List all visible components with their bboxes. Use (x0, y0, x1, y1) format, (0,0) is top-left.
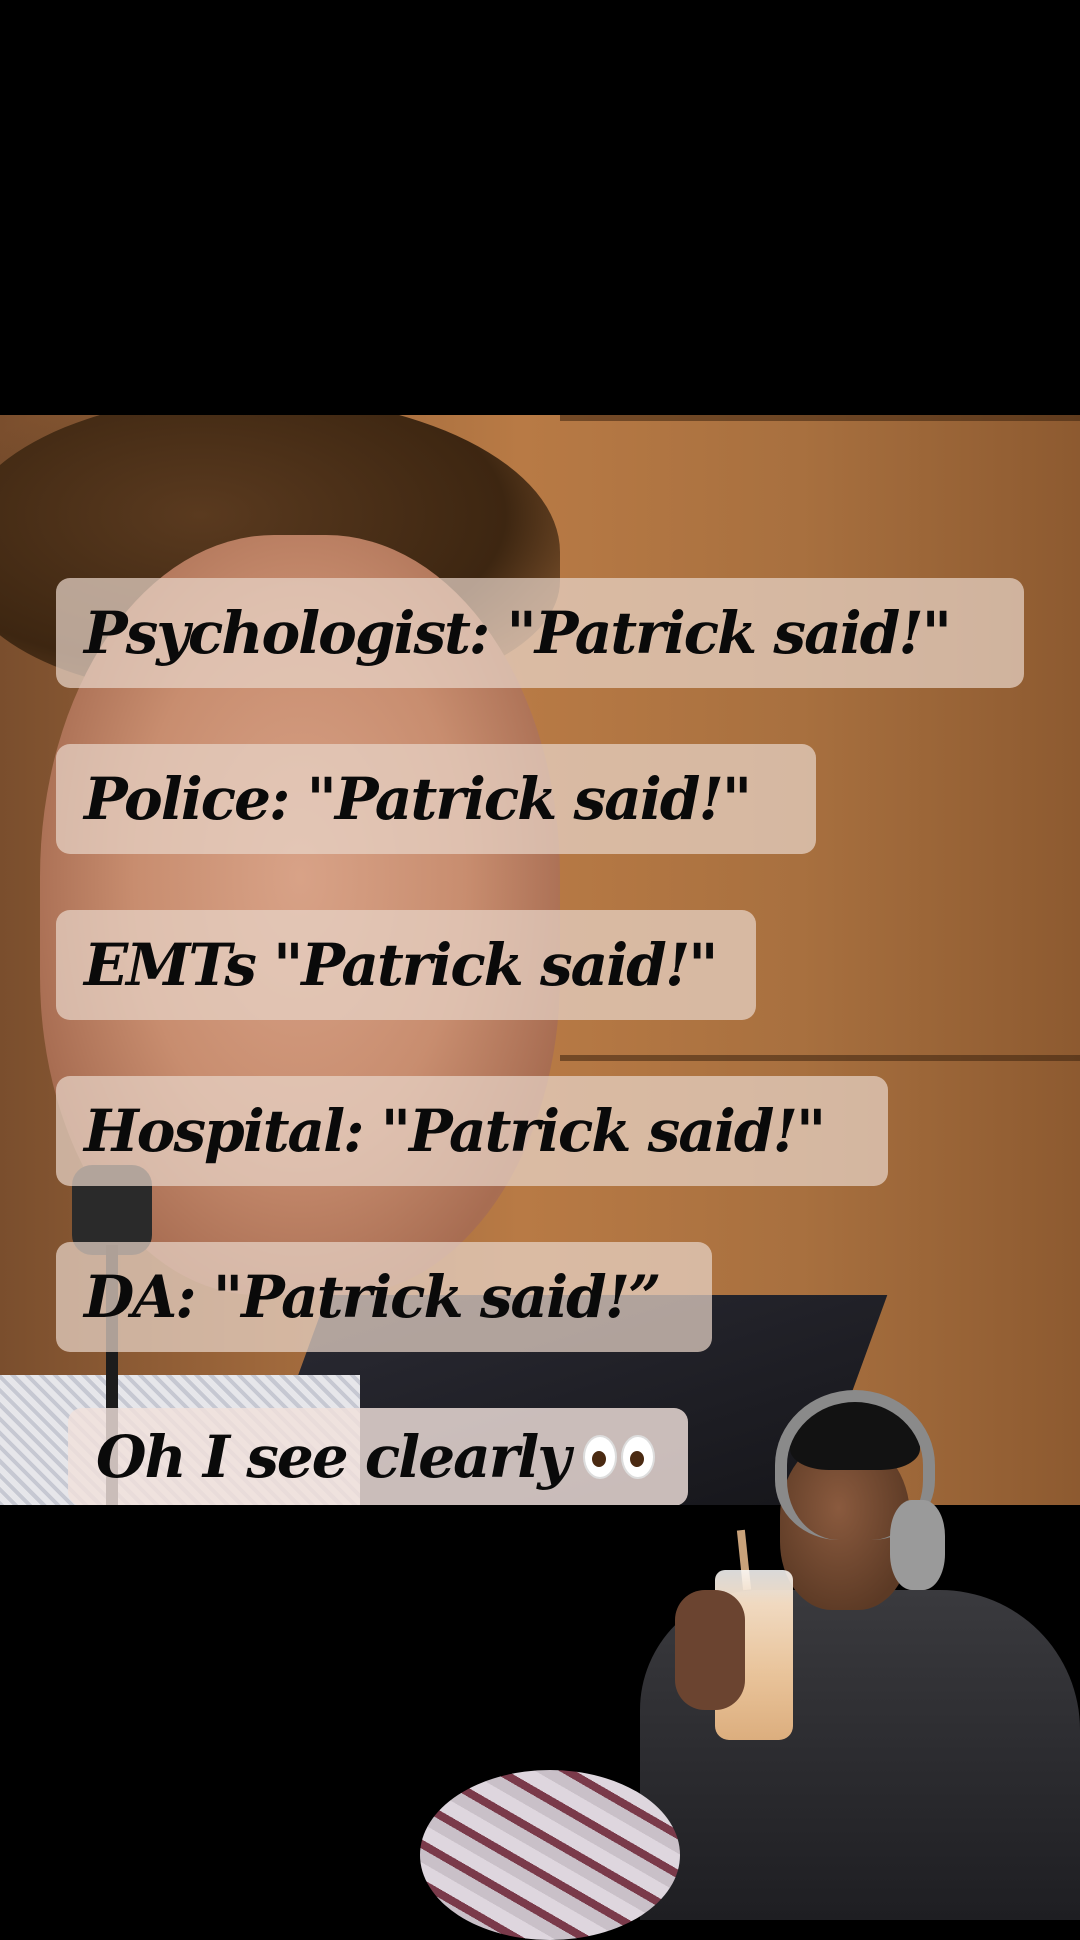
caption-emts: EMTs "Patrick said!" (56, 910, 756, 1020)
caption-text: Police: "Patrick said!" (84, 765, 752, 833)
caption-see-clearly: Oh I see clearly (68, 1408, 688, 1506)
caption-text: Oh I see clearly (96, 1423, 571, 1491)
caption-text: Psychologist: "Patrick said!" (84, 599, 952, 667)
caption-psychologist: Psychologist: "Patrick said!" (56, 578, 1024, 688)
pillow (420, 1770, 680, 1940)
caption-text: Hospital: "Patrick said!" (84, 1097, 826, 1165)
wood-panel-line (560, 415, 1080, 421)
hand (675, 1590, 745, 1710)
caption-text: EMTs "Patrick said!" (84, 931, 719, 999)
caption-police: Police: "Patrick said!" (56, 744, 816, 854)
caption-hospital: Hospital: "Patrick said!" (56, 1076, 888, 1186)
headphone-earcup (890, 1500, 945, 1590)
top-letterbox (0, 0, 1080, 415)
wood-panel-line (560, 1055, 1080, 1061)
caption-text: DA: "Patrick said!” (84, 1263, 661, 1331)
caption-da: DA: "Patrick said!” (56, 1242, 712, 1352)
reaction-person-overlay (420, 1390, 1080, 1940)
